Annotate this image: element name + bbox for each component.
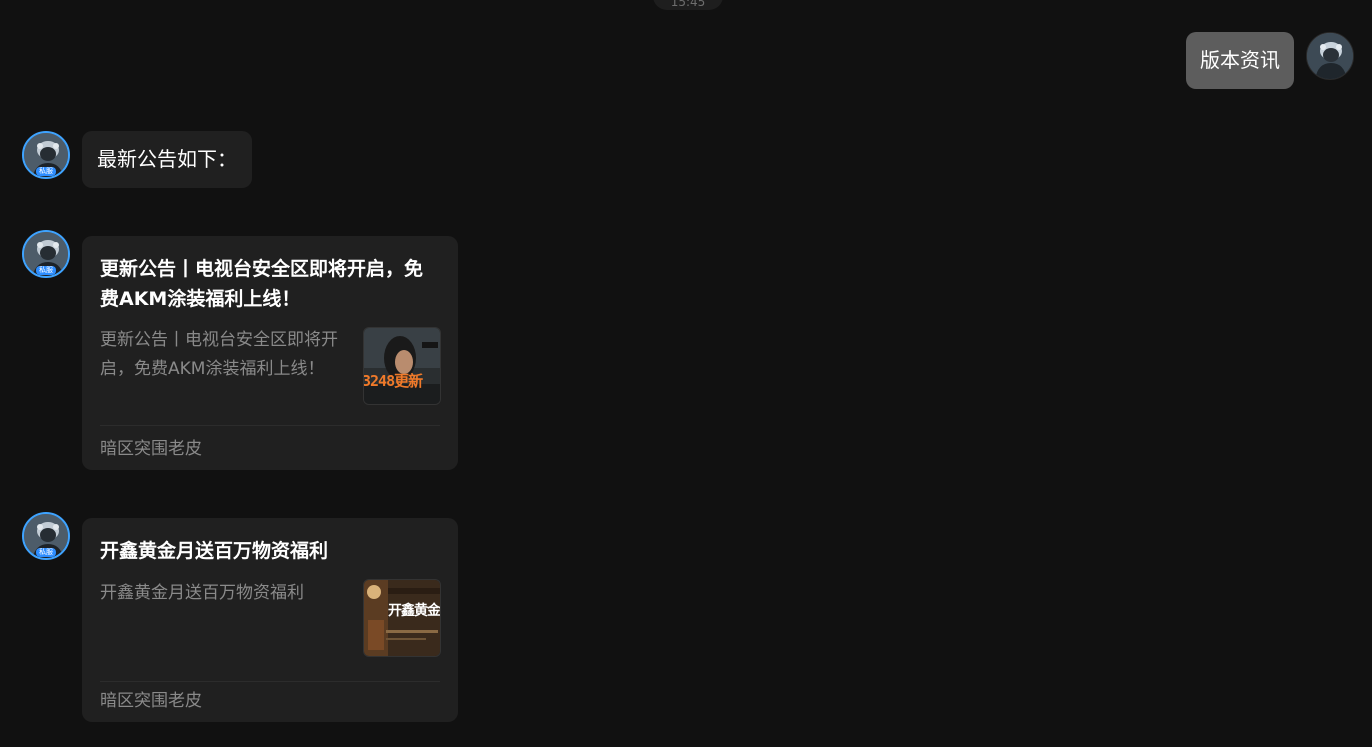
link-card[interactable]: 开鑫黄金月送百万物资福利 开鑫黄金月送百万物资福利 开鑫黄金 暗区突围老皮	[82, 518, 458, 722]
chat-window: 15:45 版本资讯 私服 最新公告如下： 私服 更新公告丨电视台安全区即将开启…	[0, 0, 1372, 747]
bot-avatar[interactable]: 私服	[22, 131, 70, 179]
bot-message-bubble[interactable]: 最新公告如下：	[82, 131, 252, 188]
user-message-bubble[interactable]: 版本资讯	[1186, 32, 1294, 89]
bot-badge: 私服	[36, 548, 56, 557]
link-card[interactable]: 更新公告丨电视台安全区即将开启，免费AKM涂装福利上线！ 更新公告丨电视台安全区…	[82, 236, 458, 470]
card-divider	[100, 425, 440, 426]
bot-badge: 私服	[36, 266, 56, 275]
user-avatar[interactable]	[1306, 32, 1354, 80]
thumbnail-caption: 开鑫黄金	[388, 603, 440, 619]
timestamp-pill: 15:45	[653, 0, 723, 10]
card-title: 开鑫黄金月送百万物资福利	[100, 540, 329, 562]
bot-avatar[interactable]: 私服	[22, 512, 70, 560]
card-thumbnail: 开鑫黄金	[363, 579, 441, 657]
bot-avatar[interactable]: 私服	[22, 230, 70, 278]
bot-badge: 私服	[36, 167, 56, 176]
card-description: 更新公告丨电视台安全区即将开启，免费AKM涂装福利上线！	[100, 330, 338, 379]
thumbnail-image	[364, 328, 440, 404]
card-title: 更新公告丨电视台安全区即将开启，免费AKM涂装福利上线！	[100, 258, 424, 310]
card-source: 暗区突围老皮	[100, 439, 202, 459]
card-thumbnail: 3248更新	[363, 327, 441, 405]
card-divider	[100, 681, 440, 682]
soldier-avatar-icon	[1307, 33, 1353, 79]
card-description: 开鑫黄金月送百万物资福利	[100, 583, 304, 603]
card-source: 暗区突围老皮	[100, 691, 202, 711]
thumbnail-caption: 3248更新	[363, 372, 423, 390]
